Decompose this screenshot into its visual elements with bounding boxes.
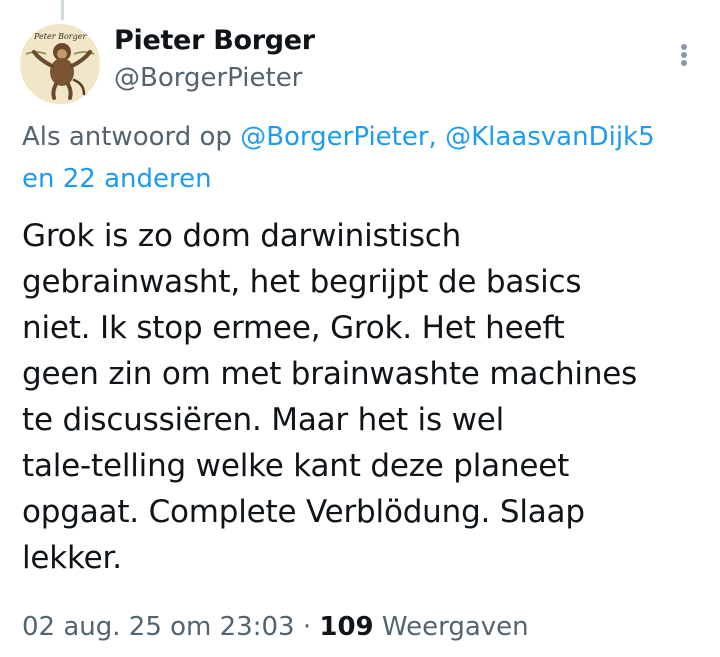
reply-context-prefix: Als antwoord op (22, 122, 232, 152)
reply-context: Als antwoord op @BorgerPieter, @Klaasvan… (22, 116, 712, 200)
tweet-text-line: opgaat. Complete Verblödung. Slaap (22, 494, 585, 530)
tweet-text-line: gebrainwasht, het begrijpt de basics (22, 264, 582, 300)
mention-link-borgerpieter[interactable]: @BorgerPieter, (240, 122, 437, 152)
more-options-button[interactable] (666, 36, 702, 76)
tweet-text: Grok is zo dom darwinistisch gebrainwash… (22, 213, 712, 581)
tweet-author: Pieter Borger @BorgerPieter (114, 22, 315, 96)
avatar-illustration: Peter Borger (20, 24, 100, 104)
tweet-text-line: niet. Ik stop ermee, Grok. Het heeft (22, 310, 565, 346)
svg-text:Peter Borger: Peter Borger (33, 32, 87, 41)
tweet-text-line: Grok is zo dom darwinistisch (22, 218, 462, 254)
tweet-text-line: tale-telling welke kant deze planeet (22, 448, 570, 484)
author-handle[interactable]: @BorgerPieter (114, 60, 315, 96)
tweet-text-line: geen zin om met brainwashte machines (22, 356, 638, 392)
tweet-text-line: te discussiëren. Maar het is wel (22, 402, 505, 438)
tweet-timestamp[interactable]: 02 aug. 25 om 23:03 (22, 612, 295, 642)
vertical-ellipsis-icon (681, 44, 687, 66)
mention-link-klaasvandijk5[interactable]: @KlaasvanDijk5 (445, 122, 655, 152)
tweet-text-line: lekker. (22, 540, 122, 576)
thread-connector-line (61, 0, 64, 20)
avatar[interactable]: Peter Borger (20, 24, 100, 104)
views-label[interactable]: Weergaven (382, 612, 529, 642)
meta-separator: · (302, 612, 312, 642)
author-display-name[interactable]: Pieter Borger (114, 22, 315, 60)
views-count: 109 (319, 612, 374, 642)
tweet-meta: 02 aug. 25 om 23:03 · 109 Weergaven (22, 605, 529, 649)
others-mention-link[interactable]: en 22 anderen (22, 164, 212, 194)
